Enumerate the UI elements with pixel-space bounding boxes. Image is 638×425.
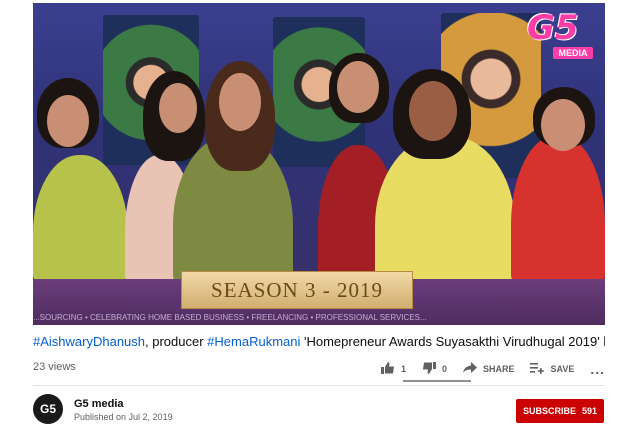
like-ratio-bar [403,380,471,382]
dislike-button[interactable]: 0 [422,361,447,377]
view-count: 23 views [33,361,76,373]
video-title: #AishwaryDhanush, producer #HemaRukmani … [33,333,605,351]
like-count: 1 [400,364,406,374]
video-meta-row: 23 views 1 0 SHARE SAVE ... [33,358,605,382]
banner-strip-text: ...SOURCING • CELEBRATING HOME BASED BUS… [33,313,427,322]
hashtag-hemarukmani[interactable]: #HemaRukmani [207,334,300,349]
person-4-face [337,61,379,113]
hashtag-aishwarydhanush[interactable]: #AishwaryDhanush [33,334,145,349]
save-playlist-icon [530,362,545,377]
title-mid-text: , producer [145,334,208,349]
season-plate: SEASON 3 - 2019 [181,271,413,309]
person-6-face [541,99,585,151]
person-2-face [159,83,197,133]
share-icon [462,361,477,377]
more-actions-button[interactable]: ... [590,361,605,377]
like-button[interactable]: 1 [380,361,406,377]
action-bar: 1 0 SHARE SAVE ... [365,358,605,380]
person-1-face [47,95,89,147]
dislike-count: 0 [441,364,447,374]
person-5-face [409,81,457,141]
more-icon: ... [590,361,605,377]
subscriber-count: 591 [581,406,598,416]
thumbs-down-icon [422,361,436,377]
publish-date: Published on Jul 2, 2019 [74,412,173,422]
save-button[interactable]: SAVE [530,362,574,377]
person-3-face [219,73,261,131]
subscribe-label: SUBSCRIBE [522,406,576,416]
share-label: SHARE [482,364,515,374]
thumbs-up-icon [380,361,395,377]
save-label: SAVE [550,364,575,374]
channel-avatar[interactable]: G5 [33,394,63,424]
channel-name[interactable]: G5 media [74,398,124,410]
person-1 [33,155,128,285]
share-button[interactable]: SHARE [462,361,515,377]
subscribe-button[interactable]: SUBSCRIBE 591 [516,399,604,423]
g5-logo-sub: MEDIA [553,47,593,59]
title-rest-text: 'Homepreneur Awards Suyasakthi Virudhuga… [303,334,605,349]
section-divider [33,385,605,386]
video-player[interactable]: SEASON 3 - 2019 ...SOURCING • CELEBRATIN… [33,3,605,325]
person-6 [511,135,605,285]
